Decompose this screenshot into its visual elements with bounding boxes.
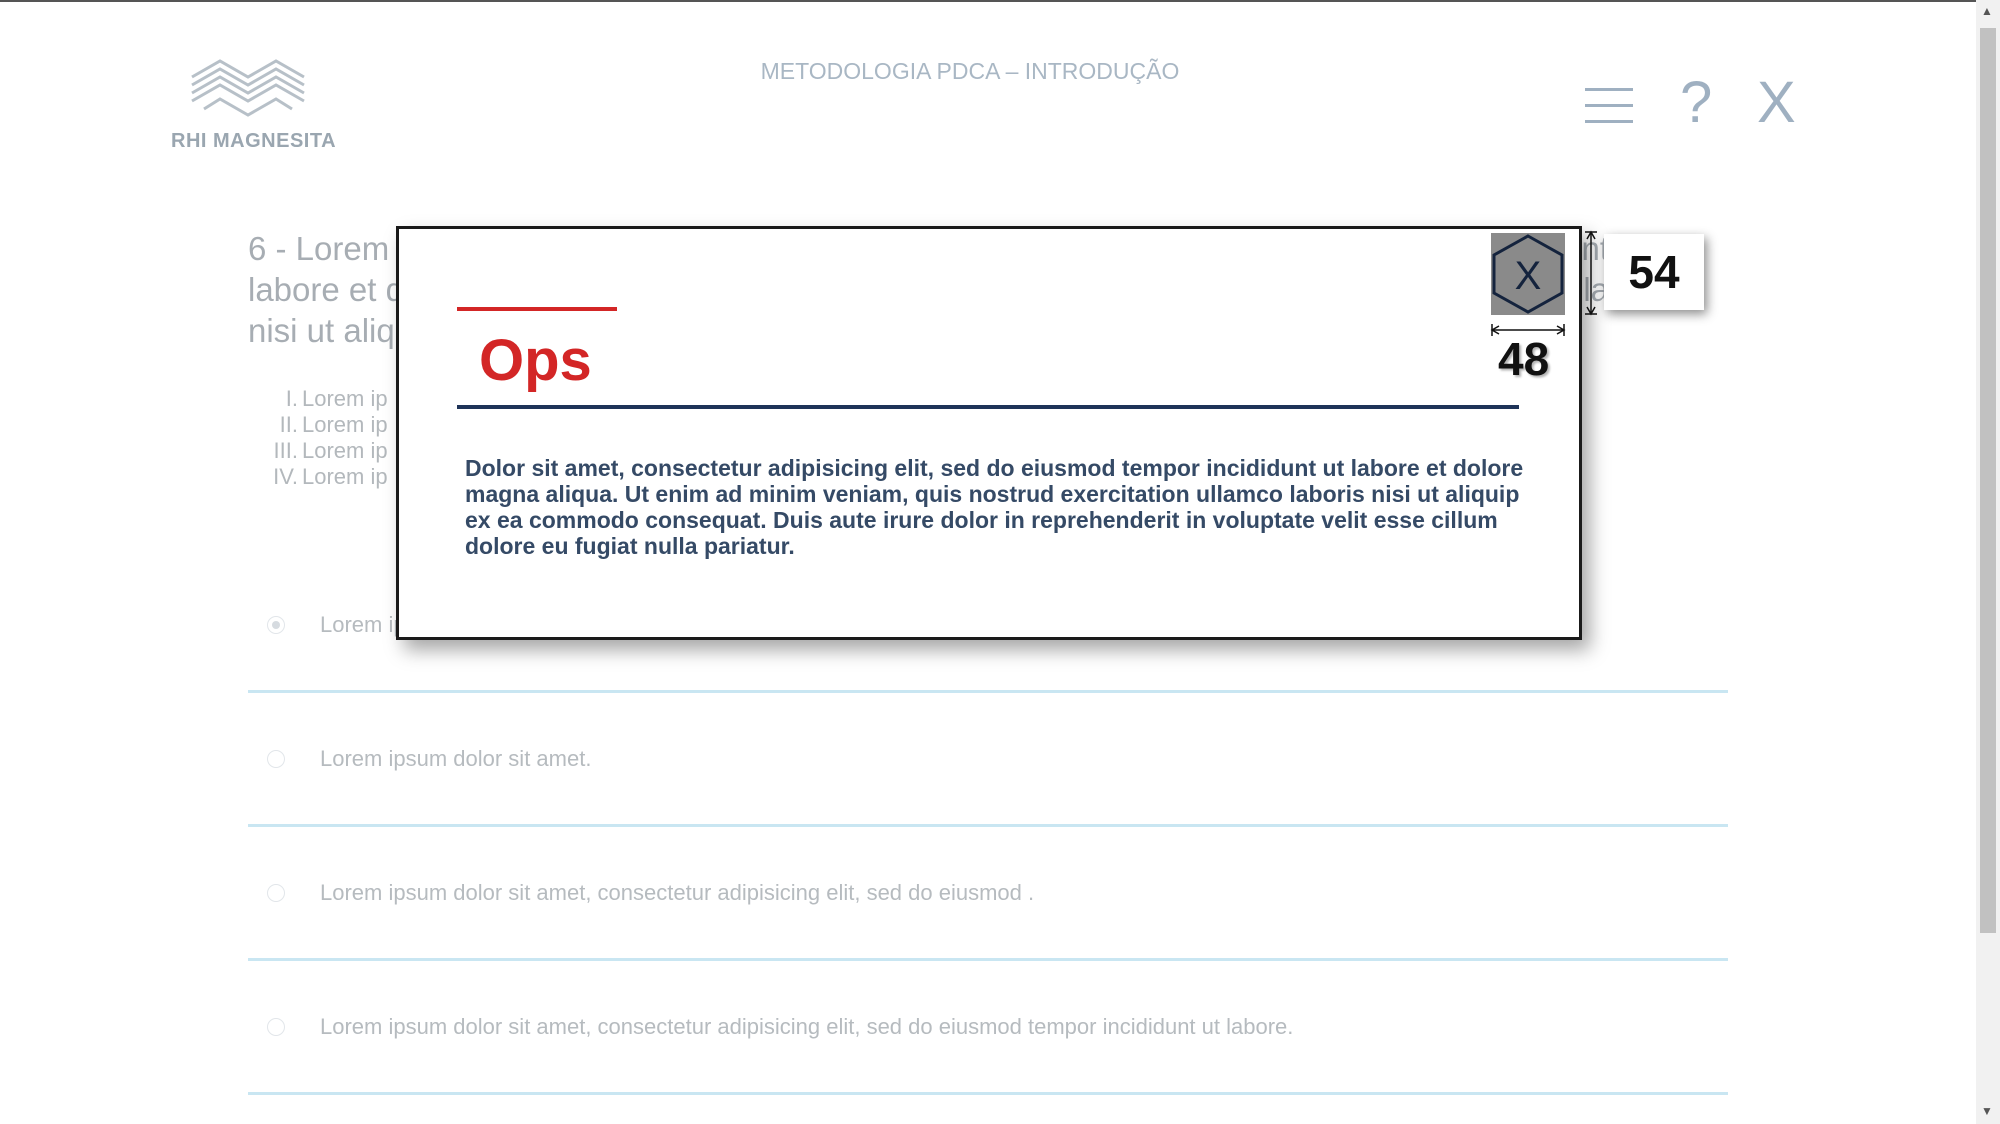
help-button[interactable]: ? <box>1680 74 1712 132</box>
answer-label: Lorem ipsum dolor sit amet. <box>320 746 592 771</box>
answer-option-4[interactable]: Lorem ipsum dolor sit amet, consectetur … <box>248 958 1728 1095</box>
answer-radio[interactable] <box>267 750 285 768</box>
height-dimension-label: 54 <box>1604 234 1704 310</box>
title-divider <box>457 405 1519 409</box>
exit-button[interactable]: X <box>1757 74 1796 132</box>
logo-text: RHI MAGNESITA <box>171 130 337 152</box>
answer-radio[interactable] <box>267 616 285 634</box>
scroll-up-icon[interactable]: ▲ <box>1981 4 1993 18</box>
error-modal: Ops Dolor sit amet, consectetur adipisic… <box>396 226 1582 640</box>
answer-option-3[interactable]: Lorem ipsum dolor sit amet, consectetur … <box>248 824 1728 961</box>
question-item: I. Lorem ip <box>285 386 388 411</box>
modal-close-button[interactable]: X <box>1491 233 1565 315</box>
answer-radio[interactable] <box>267 1018 285 1036</box>
modal-title: Ops <box>479 328 592 393</box>
title-accent-line <box>457 307 617 311</box>
question-items: I. Lorem ip II. Lorem ip III. Lorem ip IV. L… <box>248 386 388 490</box>
question-item: III. Lorem ip <box>273 438 388 463</box>
answer-radio[interactable] <box>267 884 285 902</box>
modal-message: Dolor sit amet, consectetur adipisicing … <box>465 455 1524 559</box>
answer-label: Lorem ipsum dolor sit amet, consectetur … <box>320 880 1035 905</box>
scroll-thumb[interactable] <box>1980 28 1996 933</box>
scroll-down-icon[interactable]: ▼ <box>1981 1104 1993 1118</box>
vertical-scrollbar[interactable]: ▲ ▼ <box>1976 0 2000 1124</box>
course-title: METODOLOGIA PDCA – INTRODUÇÃO <box>760 58 1180 84</box>
answer-label: Lorem ipsum dolor sit amet, consectetur … <box>320 1014 1294 1039</box>
hamburger-icon[interactable] <box>1585 78 1633 123</box>
hexagon-close-icon: X <box>1492 234 1564 314</box>
question-item: IV. Lorem ip <box>273 464 388 489</box>
answer-option-2[interactable]: Lorem ipsum dolor sit amet. <box>248 690 1728 827</box>
svg-text:X: X <box>1515 254 1542 298</box>
width-dimension-label: 48 <box>1498 333 1550 385</box>
height-dimension-arrow <box>1585 230 1597 316</box>
question-item: II. Lorem ip <box>279 412 388 437</box>
window-top-border <box>0 0 2000 2</box>
